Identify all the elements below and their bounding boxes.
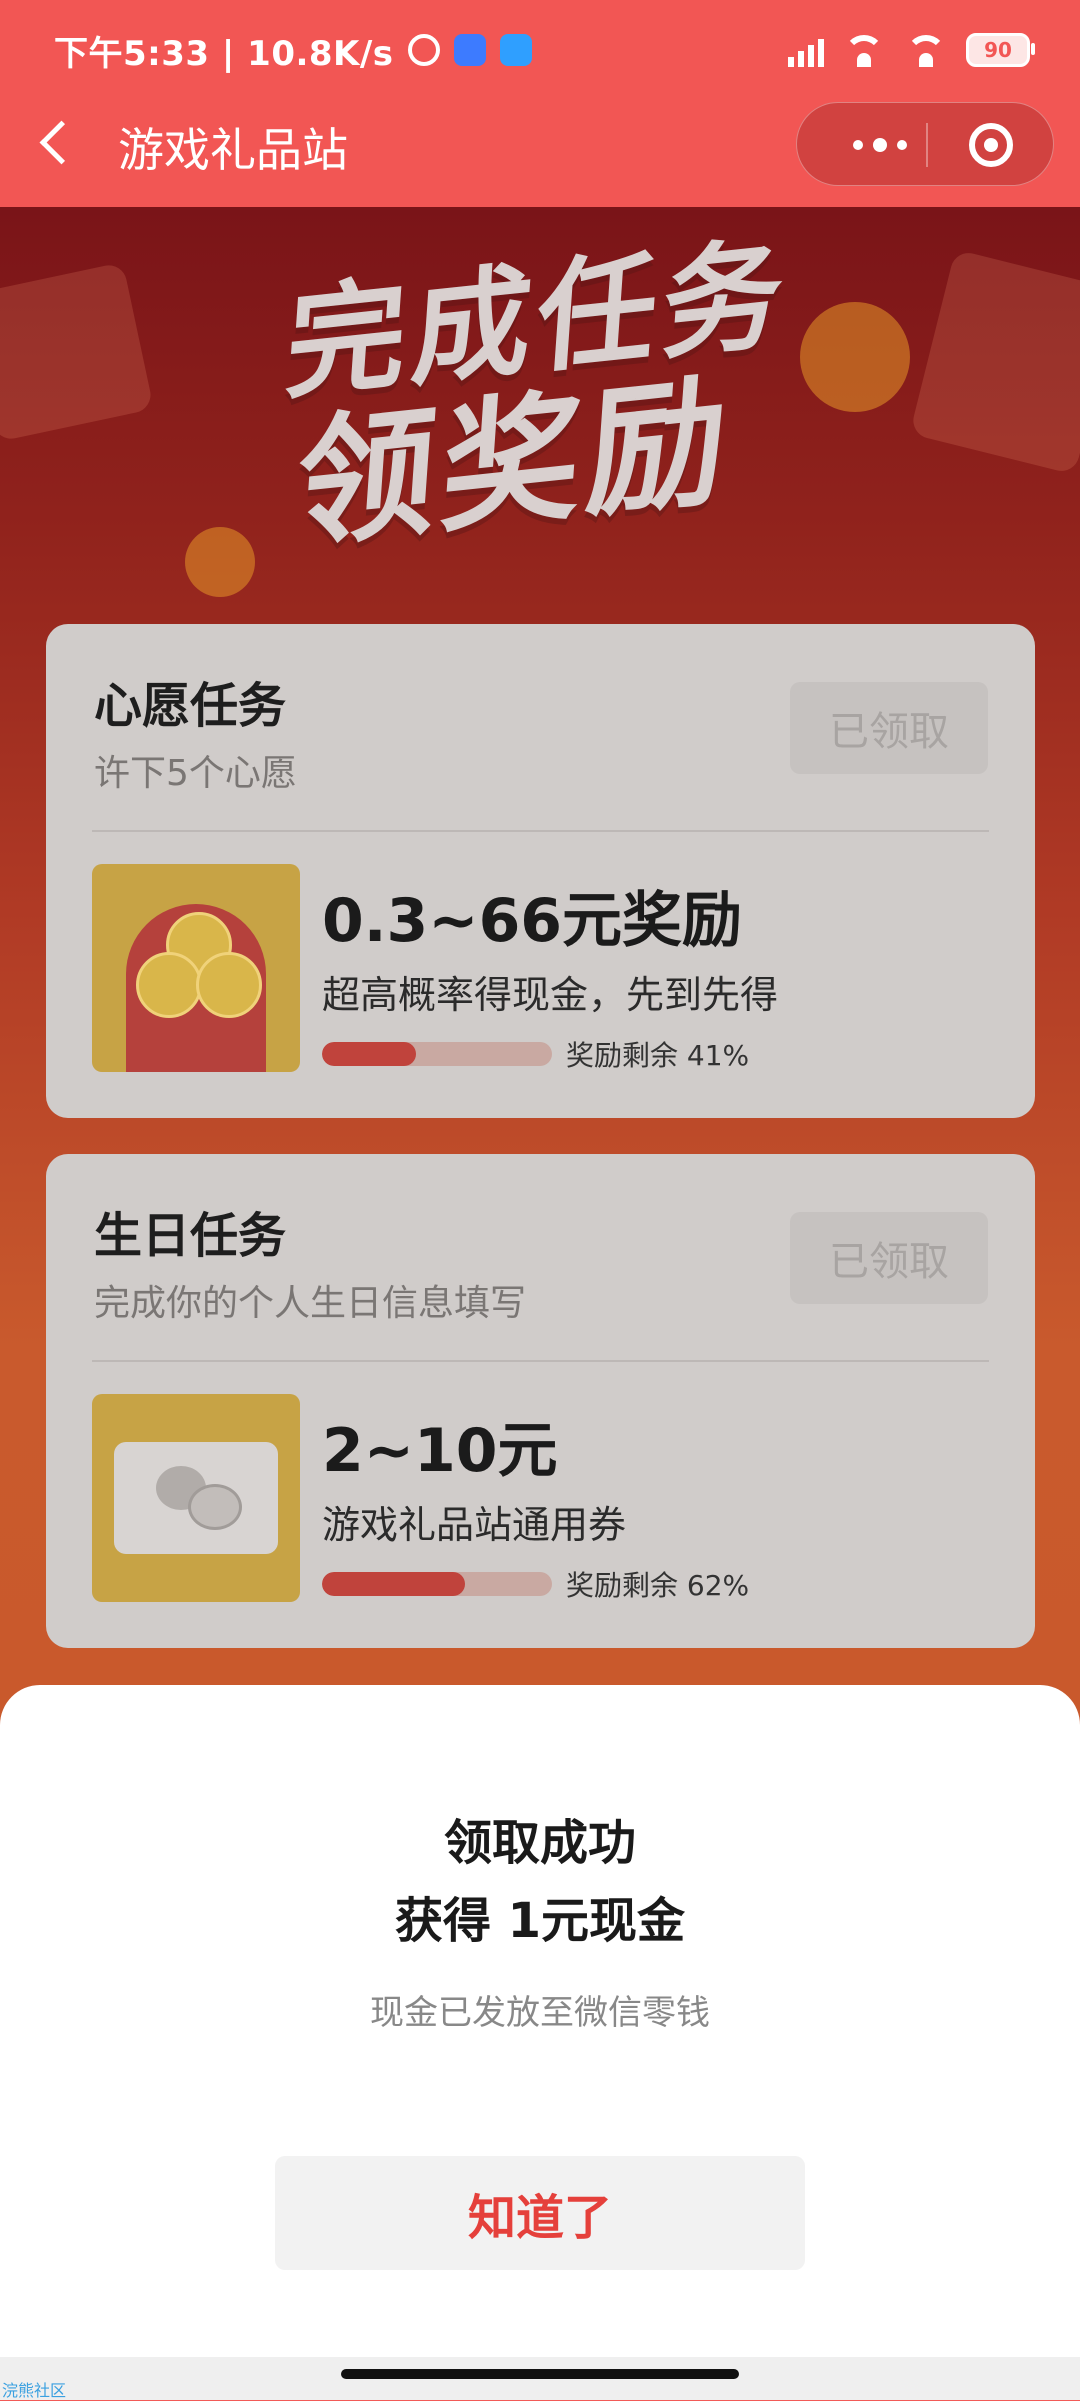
top-bar: 下午5:33 | 10.8K/s 90 游戏礼品站 [0, 0, 1080, 207]
reward-progress-bar [322, 1042, 552, 1066]
confirm-button[interactable]: 知道了 [275, 2156, 805, 2270]
reward-description: 游戏礼品站通用券 [322, 1503, 627, 1547]
gesture-navigation-area: 浣熊社区 [0, 2357, 1080, 2400]
claimed-button[interactable]: 已领取 [790, 1212, 988, 1304]
reward-remaining: 奖励剩余 62% [566, 1569, 750, 1602]
more-menu-button[interactable] [837, 130, 923, 160]
wifi-icon [842, 33, 886, 67]
task-subtitle: 许下5个心愿 [94, 753, 297, 794]
reward-progress-fill [322, 1572, 465, 1596]
status-bar: 下午5:33 | 10.8K/s [54, 26, 532, 74]
task-subtitle: 完成你的个人生日信息填写 [94, 1283, 527, 1324]
reward-progress-fill [322, 1042, 417, 1066]
coupon-deco [909, 249, 1080, 475]
system-indicators: 90 [788, 26, 1035, 74]
home-gesture-handle[interactable] [341, 2369, 739, 2379]
card-divider [92, 1360, 989, 1362]
notification-app-icon [453, 34, 486, 66]
red-envelope-icon [126, 904, 266, 1072]
back-arrow-icon[interactable] [36, 115, 76, 175]
notification-telegram-icon [499, 34, 532, 66]
card-divider [92, 830, 989, 832]
battery-level: 90 [984, 38, 1012, 62]
red-envelope-thumbnail [92, 864, 300, 1072]
reward-description: 超高概率得现金，先到先得 [322, 973, 779, 1017]
page-title: 游戏礼品站 [118, 123, 348, 177]
task-title: 心愿任务 [94, 678, 287, 734]
capsule-divider [926, 123, 928, 167]
status-time-network: 下午5:33 | 10.8K/s [54, 33, 394, 74]
reward-amount: 2~10元 [322, 1416, 558, 1486]
wifi-icon-secondary [904, 33, 948, 67]
claimed-button[interactable]: 已领取 [790, 682, 988, 774]
dialog-title: 领取成功 [443, 1815, 636, 1871]
hero-banner: 完成任务 领奖励 [0, 207, 1080, 627]
dialog-reward: 获得 1元现金 [394, 1893, 686, 1949]
close-miniprogram-button[interactable] [969, 123, 1013, 167]
reward-remaining: 奖励剩余 41% [566, 1039, 750, 1072]
coin-deco [800, 302, 910, 412]
task-card-wish: 心愿任务 许下5个心愿 已领取 0.3~66元奖励 超高概率得现金，先到先得 奖… [46, 624, 1035, 1118]
reward-progress-bar [322, 1572, 552, 1596]
miniprogram-capsule [796, 102, 1054, 186]
watermark: 浣熊社区 [2, 2381, 67, 2400]
wechat-coupon-icon [114, 1442, 278, 1554]
alarm-icon [407, 34, 440, 66]
task-title: 生日任务 [94, 1208, 287, 1264]
coin-deco [185, 527, 255, 597]
cellular-signal-icon [788, 33, 824, 67]
coupon-thumbnail [92, 1394, 300, 1602]
success-dialog: 领取成功 获得 1元现金 现金已发放至微信零钱 知道了 [0, 1685, 1080, 2357]
task-card-birthday: 生日任务 完成你的个人生日信息填写 已领取 2~10元 游戏礼品站通用券 奖励剩… [46, 1154, 1035, 1648]
dialog-message: 现金已发放至微信零钱 [370, 1993, 710, 2033]
battery-icon: 90 [966, 33, 1035, 67]
reward-amount: 0.3~66元奖励 [322, 886, 743, 956]
coupon-deco [0, 262, 154, 442]
hero-headline: 完成任务 领奖励 [272, 224, 793, 569]
